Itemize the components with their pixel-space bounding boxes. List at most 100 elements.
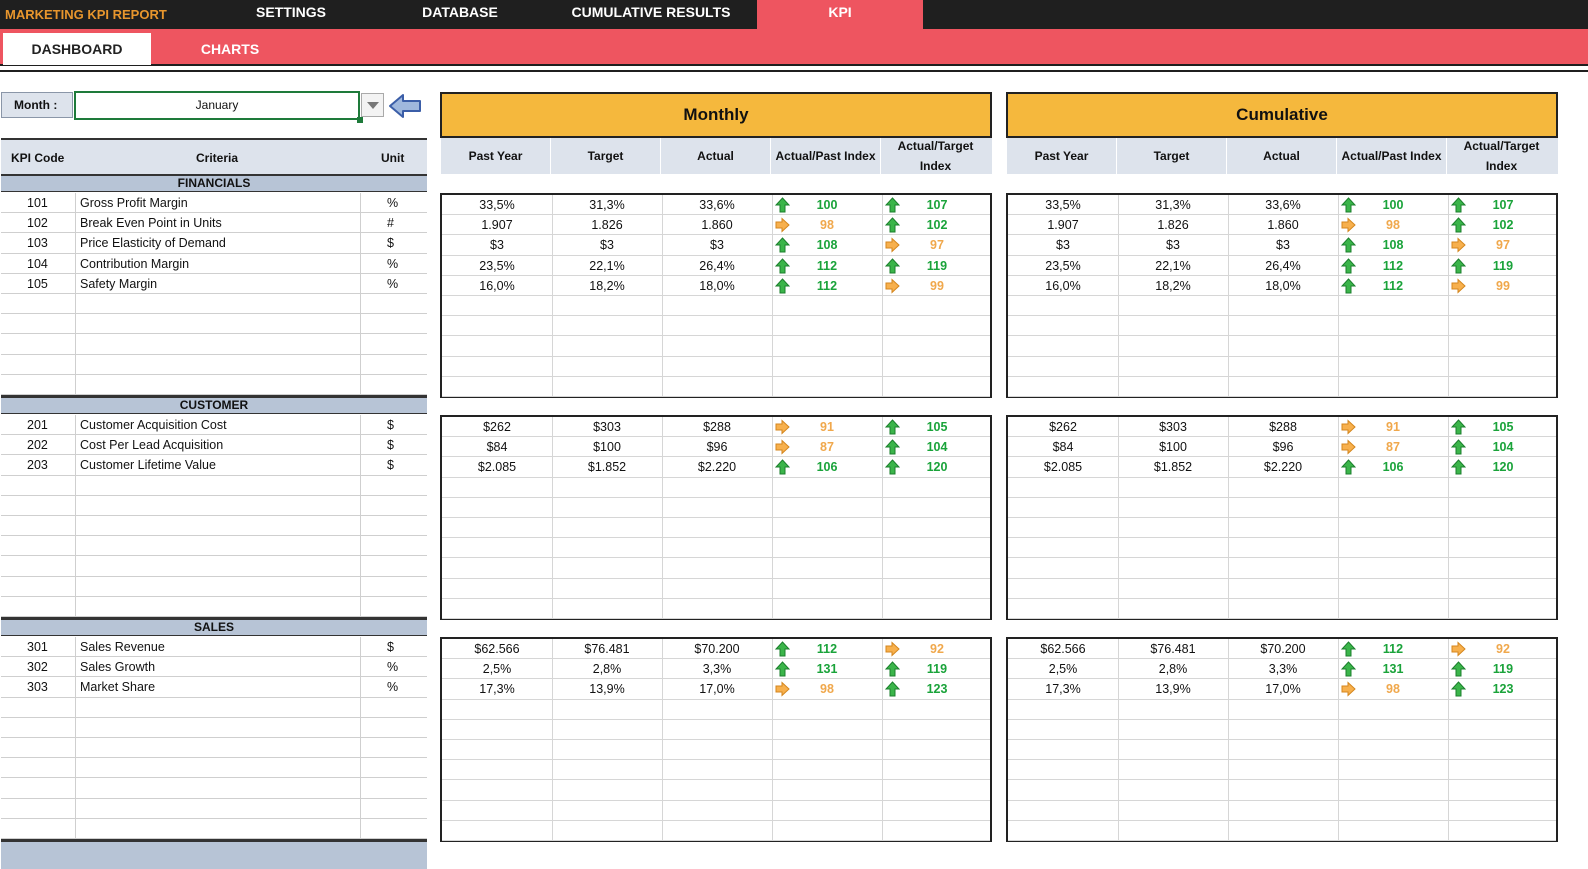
table-row[interactable] (1, 496, 427, 516)
table-row[interactable] (1008, 518, 1556, 539)
table-row[interactable] (442, 599, 990, 619)
table-row[interactable] (1008, 296, 1556, 317)
table-row[interactable]: 23,5% 22,1% 26,4% 112 119 (442, 256, 990, 276)
table-row[interactable]: 104 Contribution Margin% (1, 254, 427, 274)
table-row[interactable] (442, 336, 990, 357)
table-row[interactable] (1008, 760, 1556, 781)
table-row[interactable] (442, 296, 990, 317)
table-row[interactable]: 17,3% 13,9% 17,0% 98 123 (442, 679, 990, 700)
table-row[interactable] (442, 357, 990, 377)
table-row[interactable] (1, 758, 427, 779)
table-row[interactable]: 33,5% 31,3% 33,6% 100 107 (1008, 195, 1556, 216)
table-row[interactable] (1, 738, 427, 759)
tab-cumulative-results[interactable]: CUMULATIVE RESULTS (558, 0, 744, 29)
table-row[interactable] (442, 558, 990, 579)
table-row[interactable] (1008, 498, 1556, 518)
table-row[interactable] (1008, 801, 1556, 821)
table-row[interactable]: 23,5% 22,1% 26,4% 112 119 (1008, 256, 1556, 276)
value-cell: 107 (882, 195, 992, 215)
table-row[interactable]: 2,5% 2,8% 3,3% 131 119 (442, 659, 990, 680)
table-row[interactable]: 17,3% 13,9% 17,0% 98 123 (1008, 679, 1556, 700)
table-row[interactable] (1, 577, 427, 597)
table-row[interactable] (442, 377, 990, 397)
table-row[interactable]: 101 Gross Profit Margin% (1, 193, 427, 214)
table-row[interactable]: 303 Market Share% (1, 677, 427, 698)
table-row[interactable] (442, 538, 990, 559)
table-row[interactable]: $84 $100 $96 87 104 (442, 437, 990, 458)
table-row[interactable] (1, 334, 427, 355)
table-row[interactable] (442, 801, 990, 821)
chevron-down-icon[interactable] (361, 93, 384, 117)
table-row[interactable]: $3 $3 $3 108 97 (1008, 235, 1556, 256)
table-row[interactable] (1, 778, 427, 799)
table-row[interactable]: 203 Customer Lifetime Value $ (1, 455, 427, 476)
table-row[interactable]: $2.085 $1.852 $2.220 106 120 (1008, 457, 1556, 478)
index-value: 112 (816, 642, 838, 656)
table-row[interactable]: 103 Price Elasticity of Demand $ (1, 233, 427, 254)
table-row[interactable] (1008, 720, 1556, 740)
table-row[interactable] (1008, 478, 1556, 498)
table-row[interactable] (1, 698, 427, 718)
table-row[interactable] (442, 760, 990, 781)
table-row[interactable] (442, 740, 990, 761)
table-row[interactable]: $62.566 $76.481 $70.200 112 92 (442, 639, 990, 660)
table-row[interactable] (1, 375, 427, 395)
table-row[interactable] (1008, 780, 1556, 801)
table-row[interactable]: 16,0% 18,2% 18,0% 112 99 (442, 276, 990, 296)
table-row[interactable] (1, 718, 427, 738)
table-row[interactable]: $262 $303 $288 91 105 (1008, 417, 1556, 438)
table-row[interactable] (1, 314, 427, 335)
table-row[interactable] (442, 498, 990, 518)
table-row[interactable] (1008, 740, 1556, 761)
table-row[interactable] (442, 478, 990, 498)
table-row[interactable]: 1.907 1.826 1.860 98 102 (1008, 215, 1556, 236)
table-row[interactable] (1008, 316, 1556, 337)
table-row[interactable]: $2.085 $1.852 $2.220 106 120 (442, 457, 990, 478)
table-row[interactable]: $84 $100 $96 87 104 (1008, 437, 1556, 458)
table-row[interactable]: 1.907 1.826 1.860 98 102 (442, 215, 990, 236)
table-row[interactable] (1008, 377, 1556, 397)
table-row[interactable] (442, 720, 990, 740)
table-row[interactable]: $62.566 $76.481 $70.200 112 92 (1008, 639, 1556, 660)
table-row[interactable] (1008, 579, 1556, 599)
table-row[interactable] (442, 780, 990, 801)
table-row[interactable] (1, 476, 427, 496)
table-row[interactable] (1, 355, 427, 375)
table-row[interactable] (442, 579, 990, 599)
tab-charts[interactable]: CHARTS (160, 33, 300, 65)
table-row[interactable] (1, 819, 427, 839)
tab-dashboard[interactable]: DASHBOARD (3, 33, 151, 65)
table-row[interactable]: 33,5% 31,3% 33,6% 100 107 (442, 195, 992, 216)
table-row[interactable]: 202 Cost Per Lead Acquisition $ (1, 435, 427, 456)
table-row[interactable]: 2,5% 2,8% 3,3% 131 119 (1008, 659, 1556, 680)
table-row[interactable] (1, 516, 427, 537)
table-row[interactable]: 105 Safety Margin% (1, 274, 427, 294)
table-row[interactable]: 302 Sales Growth% (1, 657, 427, 678)
table-row[interactable] (442, 518, 990, 539)
table-row[interactable] (1008, 558, 1556, 579)
table-row[interactable] (1, 597, 427, 617)
table-row[interactable] (1008, 700, 1556, 720)
table-row[interactable]: $262 $303 $288 91 105 (442, 417, 990, 438)
table-row[interactable] (442, 700, 990, 720)
table-row[interactable] (1, 536, 427, 557)
table-row[interactable] (1008, 821, 1556, 841)
table-row[interactable] (1008, 538, 1556, 559)
table-row[interactable] (442, 316, 990, 337)
month-select[interactable]: January (74, 91, 363, 123)
tab-database[interactable]: DATABASE (400, 0, 520, 29)
table-row[interactable]: $3 $3 $3 108 97 (442, 235, 990, 256)
table-row[interactable] (1, 799, 427, 819)
table-row[interactable] (1, 556, 427, 577)
table-row[interactable] (1008, 357, 1556, 377)
table-row[interactable] (1008, 599, 1556, 619)
tab-kpi[interactable]: KPI (757, 0, 923, 29)
table-row[interactable]: 16,0% 18,2% 18,0% 112 99 (1008, 276, 1556, 296)
table-row[interactable] (1008, 336, 1556, 357)
table-row[interactable]: 201 Customer Acquisition Cost $ (1, 415, 427, 436)
table-row[interactable] (442, 821, 990, 841)
table-row[interactable]: 301 Sales Revenue $ (1, 637, 427, 658)
tab-settings[interactable]: SETTINGS (226, 0, 356, 29)
table-row[interactable] (1, 294, 427, 315)
table-row[interactable]: 102 Break Even Point in Units # (1, 213, 427, 234)
